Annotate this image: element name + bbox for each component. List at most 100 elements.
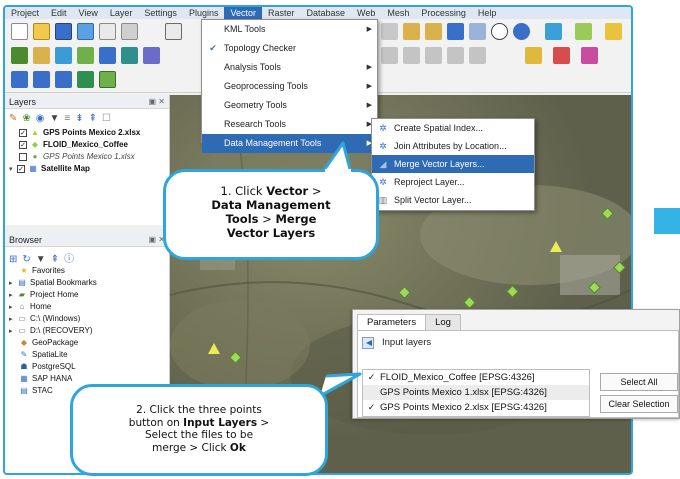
layer-checkbox[interactable]: ✓ bbox=[19, 128, 27, 137]
menu-mesh[interactable]: Mesh bbox=[381, 7, 415, 19]
filter-legend-icon[interactable]: ≡ bbox=[64, 113, 70, 124]
menu-plugins[interactable]: Plugins bbox=[183, 7, 225, 19]
print-layout-icon[interactable] bbox=[99, 23, 116, 40]
menu-item-analysis-tools[interactable]: Analysis Tools ▶ bbox=[202, 58, 377, 77]
panel-float-close-icon[interactable]: ▣ ✕ bbox=[149, 95, 165, 109]
remove-layer-icon[interactable]: ☐ bbox=[102, 113, 111, 124]
menu-item-geoprocessing-tools[interactable]: Geoprocessing Tools ▶ bbox=[202, 77, 377, 96]
add-wms-icon[interactable] bbox=[121, 47, 138, 64]
cut-icon[interactable] bbox=[469, 47, 486, 64]
layer-row-satellite[interactable]: ▾ ✓ ▦ Satellite Map bbox=[5, 163, 169, 175]
layer-checkbox[interactable] bbox=[367, 386, 376, 395]
style-layer-icon[interactable]: ✎ bbox=[9, 113, 17, 124]
save-as-icon[interactable] bbox=[77, 23, 94, 40]
input-layer-gps-1[interactable]: GPS Points Mexico 1.xlsx [EPSG:4326] bbox=[363, 385, 589, 400]
kml-tools-icon[interactable] bbox=[55, 71, 72, 88]
menu-settings[interactable]: Settings bbox=[138, 7, 183, 19]
select-all-button[interactable]: Select All bbox=[600, 373, 678, 391]
menu-project[interactable]: Project bbox=[5, 7, 45, 19]
label-icon[interactable] bbox=[605, 23, 622, 40]
digitize-icon[interactable] bbox=[381, 23, 398, 40]
input-layer-gps-2[interactable]: ✓ GPS Points Mexico 2.xlsx [EPSG:4326] bbox=[363, 400, 589, 415]
menu-layer[interactable]: Layer bbox=[104, 7, 139, 19]
collapse-all-icon[interactable]: ⇞ bbox=[89, 113, 97, 124]
add-selected-icon[interactable]: ⊞ bbox=[9, 254, 17, 265]
menu-item-join-attributes[interactable]: ✲ Join Attributes by Location... bbox=[372, 137, 534, 155]
kml-import-icon[interactable] bbox=[33, 71, 50, 88]
filter-icon[interactable]: ▼ bbox=[36, 254, 46, 265]
menu-item-reproject-layer[interactable]: ✲ Reproject Layer... bbox=[372, 173, 534, 191]
menu-processing[interactable]: Processing bbox=[415, 7, 472, 19]
kml-export-icon[interactable] bbox=[11, 71, 28, 88]
identify-icon[interactable] bbox=[545, 23, 562, 40]
layer-row-gps-2[interactable]: ✓ ▲ GPS Points Mexico 2.xlsx bbox=[5, 127, 169, 139]
browser-item-drive-d[interactable]: ▸ ▭ D:\ (RECOVERY) bbox=[5, 325, 169, 337]
new-project-icon[interactable] bbox=[11, 23, 28, 40]
redo-icon[interactable] bbox=[447, 47, 464, 64]
pan-icon[interactable] bbox=[165, 23, 182, 40]
visibility-icon[interactable]: ◉ bbox=[36, 113, 45, 124]
save-project-icon[interactable] bbox=[55, 23, 72, 40]
style-manager-icon[interactable] bbox=[121, 23, 138, 40]
filter-icon[interactable]: ▼ bbox=[50, 113, 60, 124]
map-tiles-icon[interactable] bbox=[77, 71, 94, 88]
tab-parameters[interactable]: Parameters bbox=[357, 314, 427, 331]
menu-item-geometry-tools[interactable]: Geometry Tools ▶ bbox=[202, 96, 377, 115]
tab-log[interactable]: Log bbox=[425, 314, 461, 331]
georef-icon[interactable] bbox=[99, 71, 116, 88]
menu-database[interactable]: Database bbox=[301, 7, 352, 19]
snap-icon[interactable] bbox=[381, 47, 398, 64]
add-vector-icon[interactable] bbox=[11, 47, 28, 64]
browser-item-favorites[interactable]: ★ Favorites bbox=[5, 265, 169, 277]
bookmark-icon[interactable] bbox=[469, 23, 486, 40]
menu-item-research-tools[interactable]: Research Tools ▶ bbox=[202, 115, 377, 134]
browser-item-drive-c[interactable]: ▸ ▭ C:\ (Windows) bbox=[5, 313, 169, 325]
diagram-icon[interactable] bbox=[553, 47, 570, 64]
menu-raster[interactable]: Raster bbox=[262, 7, 301, 19]
menu-item-topology-checker[interactable]: ✔ Topology Checker bbox=[202, 39, 377, 58]
add-raster-icon[interactable] bbox=[33, 47, 50, 64]
layer-checkbox[interactable]: ✓ bbox=[19, 140, 27, 149]
menu-item-create-spatial-index[interactable]: ✲ Create Spatial Index... bbox=[372, 119, 534, 137]
input-layer-floid[interactable]: ✓ FLOID_Mexico_Coffee [EPSG:4326] bbox=[363, 370, 589, 385]
add-postgis-icon[interactable] bbox=[99, 47, 116, 64]
add-feature-icon[interactable] bbox=[425, 23, 442, 40]
select-icon[interactable] bbox=[575, 23, 592, 40]
browser-item-bookmarks[interactable]: ▸ ▤ Spatial Bookmarks bbox=[5, 277, 169, 289]
menu-item-kml-tools[interactable]: KML Tools ▶ bbox=[202, 20, 377, 39]
add-spatialite-icon[interactable] bbox=[77, 47, 94, 64]
expand-all-icon[interactable]: ⇟ bbox=[75, 113, 83, 124]
add-delimited-icon[interactable] bbox=[55, 47, 72, 64]
layer-row-gps-1[interactable]: ● GPS Points Mexico 1.xlsx bbox=[5, 151, 169, 163]
annotation-icon[interactable] bbox=[581, 47, 598, 64]
menu-web[interactable]: Web bbox=[351, 7, 381, 19]
layer-checkbox[interactable] bbox=[19, 152, 27, 161]
browser-item-geopackage[interactable]: ◆ GeoPackage bbox=[5, 337, 169, 349]
browser-item-spatialite[interactable]: ✎ SpatiaLite bbox=[5, 349, 169, 361]
layer-checkbox[interactable]: ✓ bbox=[367, 373, 376, 382]
layer-checkbox[interactable]: ✓ bbox=[367, 403, 376, 412]
open-project-icon[interactable] bbox=[33, 23, 50, 40]
vertex-tool-icon[interactable] bbox=[447, 23, 464, 40]
trace-icon[interactable] bbox=[403, 47, 420, 64]
undo-icon[interactable] bbox=[425, 47, 442, 64]
edit-layer-icon[interactable] bbox=[403, 23, 420, 40]
menu-view[interactable]: View bbox=[73, 7, 104, 19]
collapse-all-icon[interactable]: ⇞ bbox=[51, 254, 59, 265]
add-group-icon[interactable]: ❀ bbox=[22, 113, 30, 124]
clear-selection-button[interactable]: Clear Selection bbox=[600, 395, 678, 413]
refresh-icon[interactable] bbox=[513, 23, 530, 40]
menu-vector[interactable]: Vector bbox=[224, 7, 262, 19]
menu-item-merge-vector-layers[interactable]: ◢ Merge Vector Layers... bbox=[372, 155, 534, 173]
browser-item-postgresql[interactable]: ☗ PostgreSQL bbox=[5, 361, 169, 373]
menu-edit[interactable]: Edit bbox=[45, 7, 73, 19]
refresh-icon[interactable]: ↻ bbox=[22, 254, 30, 265]
menu-help[interactable]: Help bbox=[472, 7, 503, 19]
browser-item-home[interactable]: ▸ ⌂ Home bbox=[5, 301, 169, 313]
back-arrow-icon[interactable] bbox=[362, 337, 374, 349]
info-icon[interactable]: ⓘ bbox=[64, 250, 74, 265]
clock-icon[interactable] bbox=[491, 23, 508, 40]
add-mesh-icon[interactable] bbox=[143, 47, 160, 64]
style-icon[interactable] bbox=[525, 47, 542, 64]
browser-item-project-home[interactable]: ▸ ▰ Project Home bbox=[5, 289, 169, 301]
